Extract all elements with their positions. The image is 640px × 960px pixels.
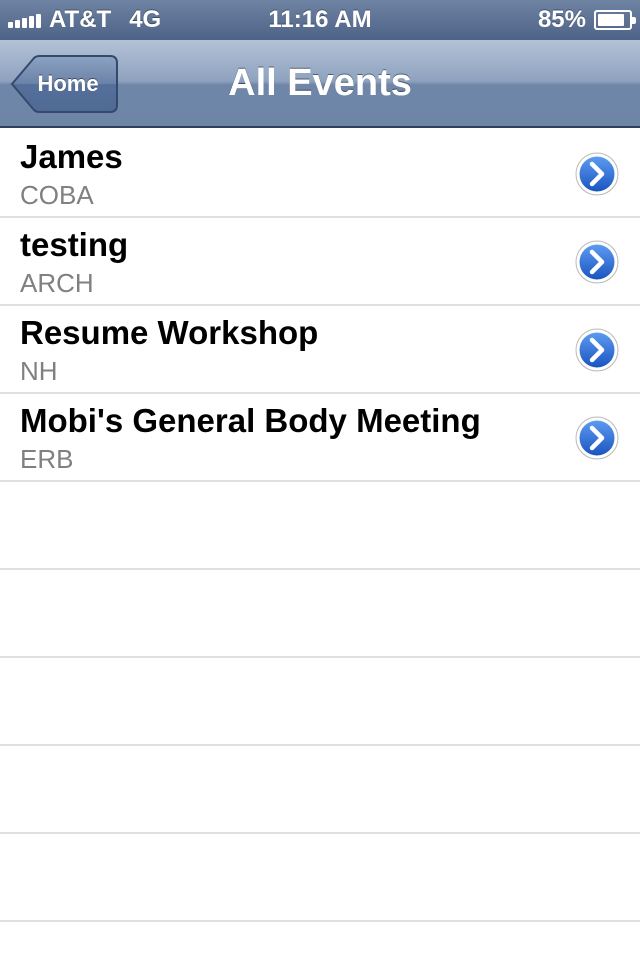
chevron-right-circle-icon[interactable]: [574, 151, 620, 197]
list-item[interactable]: Mobi's General Body Meeting ERB: [0, 394, 640, 482]
battery-icon: [594, 10, 636, 30]
event-location: COBA: [20, 180, 94, 210]
chevron-right-circle-icon[interactable]: [574, 327, 620, 373]
page-title: All Events: [228, 62, 412, 104]
empty-row: [0, 570, 640, 658]
event-location: NH: [20, 356, 58, 386]
status-right: 85%: [537, 6, 636, 34]
event-title: Mobi's General Body Meeting: [20, 402, 481, 439]
empty-row: [0, 834, 640, 922]
events-list: James COBA testing ARCH Resume Workshop …: [0, 130, 640, 922]
list-item[interactable]: Resume Workshop NH: [0, 306, 640, 394]
status-bar: AT&T 4G 11:16 AM 85%: [0, 0, 640, 40]
event-location: ERB: [20, 444, 74, 474]
battery-percent: 85%: [537, 6, 586, 33]
empty-row: [0, 746, 640, 834]
battery-fill: [598, 14, 624, 26]
empty-row: [0, 658, 640, 746]
list-item[interactable]: testing ARCH: [0, 218, 640, 306]
event-title: Resume Workshop: [20, 314, 319, 351]
chevron-right-circle-icon[interactable]: [574, 239, 620, 285]
navigation-bar: Home All Events: [0, 40, 640, 128]
list-item[interactable]: James COBA: [0, 130, 640, 218]
event-title: testing: [20, 226, 129, 263]
chevron-right-circle-icon[interactable]: [574, 415, 620, 461]
event-location: ARCH: [20, 268, 94, 298]
empty-row: [0, 482, 640, 570]
event-title: James: [20, 138, 123, 175]
